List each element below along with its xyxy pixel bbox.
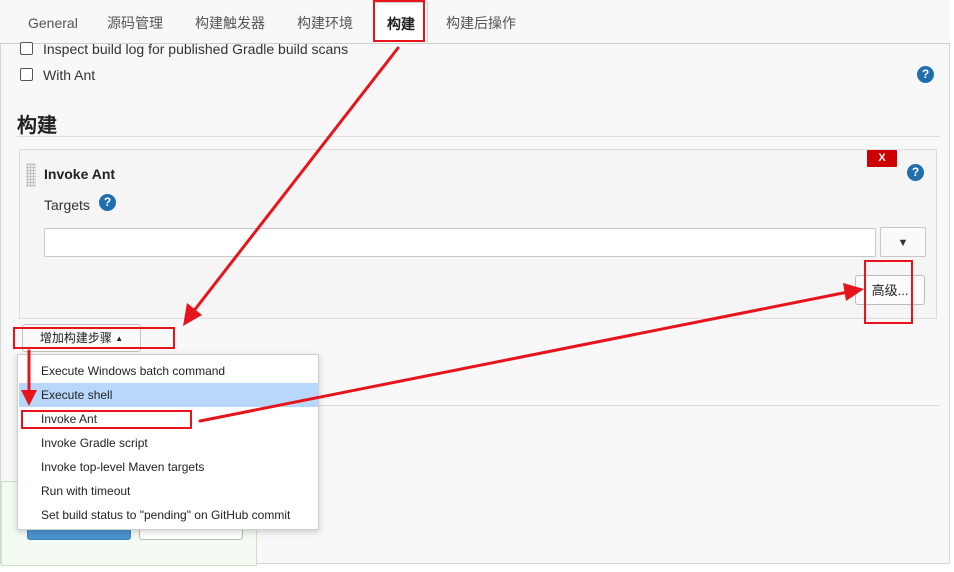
annotation-arrows <box>21 46 864 423</box>
arrow-line-ant-to-advanced <box>198 290 850 423</box>
arrow-head-ant-to-advanced <box>843 283 864 301</box>
arrow-head-add-to-menu <box>21 390 37 406</box>
arrow-line-tab-to-add <box>191 46 400 314</box>
